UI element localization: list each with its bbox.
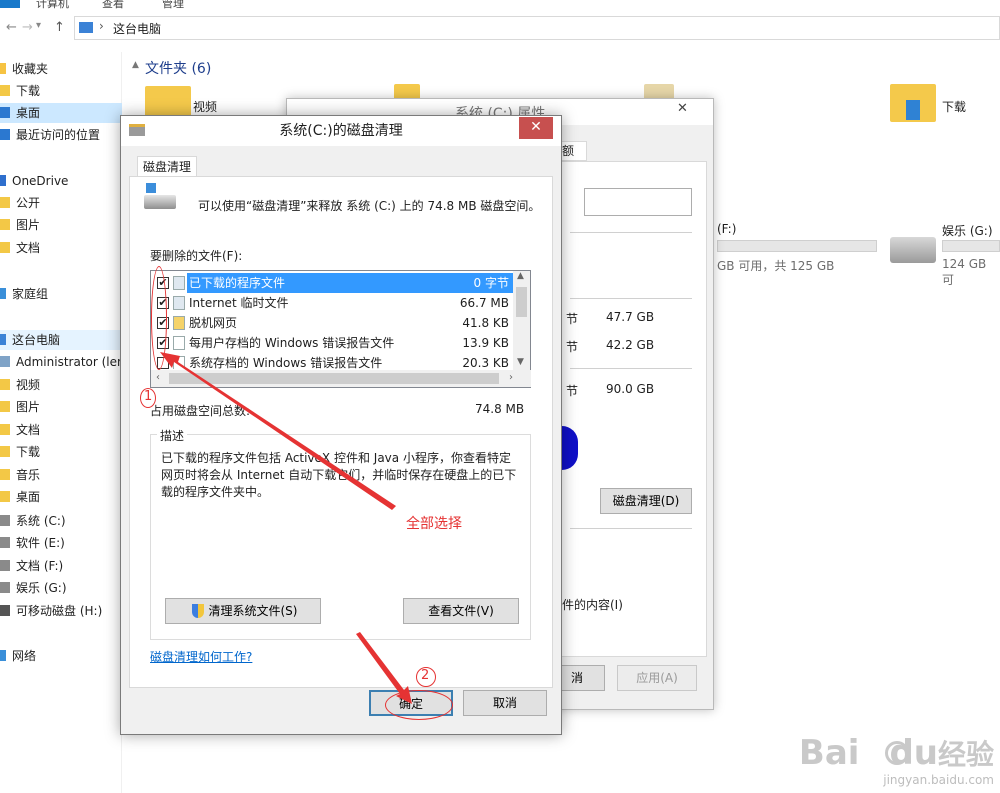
watermark-url: jingyan.baidu.com — [883, 773, 994, 787]
watermark-brand: Bai — [798, 733, 860, 773]
arrow-to-checkboxes — [160, 352, 396, 510]
baidu-jingyan-watermark: Bai du经验 jingyan.baidu.com — [799, 735, 994, 787]
watermark-cn: 经验 — [937, 738, 994, 771]
paw-icon — [884, 741, 909, 765]
annotation-arrows — [160, 352, 412, 704]
arrow-to-ok — [356, 632, 412, 704]
